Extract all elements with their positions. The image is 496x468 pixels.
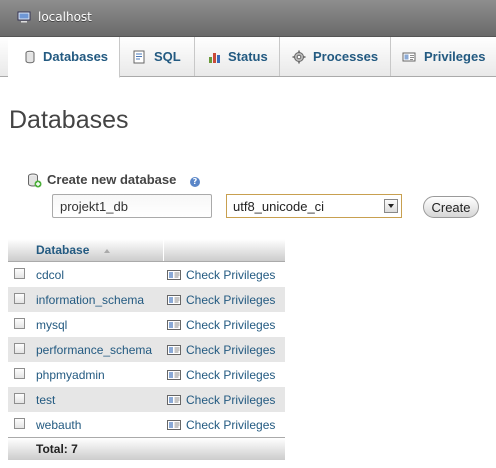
privileges-icon xyxy=(167,295,181,305)
column-header-database[interactable]: Database xyxy=(36,243,89,257)
database-name-link[interactable]: mysql xyxy=(36,318,67,332)
tab-label: Processes xyxy=(313,49,379,64)
tab-label: Status xyxy=(228,49,268,64)
total-count: Total: 7 xyxy=(36,442,78,456)
privileges-icon xyxy=(167,395,181,405)
check-privileges-link[interactable]: Check Privileges xyxy=(186,418,275,432)
status-chart-icon xyxy=(209,53,220,63)
row-checkbox[interactable] xyxy=(14,318,25,329)
table-footer: Total: 7 xyxy=(8,437,285,460)
create-button[interactable]: Create xyxy=(423,196,479,218)
tab-privileges[interactable]: Privileges xyxy=(391,37,496,76)
databases-table: Database cdcol Check Privileges informat… xyxy=(8,239,285,460)
tab-status[interactable]: Status xyxy=(195,37,280,76)
row-checkbox[interactable] xyxy=(14,293,25,304)
table-row: webauth Check Privileges xyxy=(8,412,285,437)
table-row: test Check Privileges xyxy=(8,387,285,412)
collation-selected-value: utf8_unicode_ci xyxy=(233,199,325,214)
privileges-icon xyxy=(402,52,416,62)
check-privileges-link[interactable]: Check Privileges xyxy=(186,368,275,382)
database-name-input[interactable] xyxy=(52,194,212,218)
privileges-icon xyxy=(167,320,181,330)
table-row: information_schema Check Privileges xyxy=(8,287,285,312)
collation-select[interactable]: utf8_unicode_ci xyxy=(226,194,402,218)
row-checkbox[interactable] xyxy=(14,268,25,279)
sort-arrow-icon xyxy=(104,249,110,253)
row-checkbox[interactable] xyxy=(14,368,25,379)
server-icon xyxy=(17,11,31,23)
check-privileges-link[interactable]: Check Privileges xyxy=(186,268,275,282)
server-breadcrumb-bar: localhost xyxy=(0,0,496,37)
row-checkbox[interactable] xyxy=(14,343,25,354)
row-checkbox[interactable] xyxy=(14,393,25,404)
tab-label: Databases xyxy=(43,49,109,64)
privileges-icon xyxy=(167,270,181,280)
database-name-link[interactable]: information_schema xyxy=(36,293,144,307)
database-name-link[interactable]: webauth xyxy=(36,418,81,432)
sql-icon xyxy=(133,50,145,64)
database-name-link[interactable]: performance_schema xyxy=(36,343,152,357)
main-tab-bar: Databases SQL Status Processes Privilege… xyxy=(0,37,496,78)
check-privileges-link[interactable]: Check Privileges xyxy=(186,393,275,407)
help-icon[interactable]: ? xyxy=(190,177,200,187)
database-icon xyxy=(25,50,35,64)
tab-sql[interactable]: SQL xyxy=(120,37,195,76)
table-header: Database xyxy=(8,239,285,262)
check-privileges-link[interactable]: Check Privileges xyxy=(186,343,275,357)
database-name-link[interactable]: cdcol xyxy=(36,268,64,282)
database-name-link[interactable]: test xyxy=(36,393,55,407)
tab-processes[interactable]: Processes xyxy=(280,37,391,76)
gears-icon xyxy=(292,50,306,64)
database-name-link[interactable]: phpmyadmin xyxy=(36,368,105,382)
table-row: performance_schema Check Privileges xyxy=(8,337,285,362)
check-privileges-link[interactable]: Check Privileges xyxy=(186,293,275,307)
table-row: cdcol Check Privileges xyxy=(8,262,285,287)
column-separator xyxy=(163,239,164,261)
chevron-down-icon[interactable] xyxy=(384,199,398,213)
privileges-icon xyxy=(167,345,181,355)
table-row: phpmyadmin Check Privileges xyxy=(8,362,285,387)
privileges-icon xyxy=(167,420,181,430)
row-checkbox[interactable] xyxy=(14,418,25,429)
server-name[interactable]: localhost xyxy=(38,10,92,24)
tab-label: Privileges xyxy=(424,49,486,64)
create-database-label: Create new database xyxy=(47,172,177,187)
page-title: Databases xyxy=(9,106,129,134)
tab-databases[interactable]: Databases xyxy=(8,37,120,78)
check-privileges-link[interactable]: Check Privileges xyxy=(186,318,275,332)
table-row: mysql Check Privileges xyxy=(8,312,285,337)
privileges-icon xyxy=(167,370,181,380)
tab-label: SQL xyxy=(154,49,181,64)
create-database-icon xyxy=(28,173,42,188)
